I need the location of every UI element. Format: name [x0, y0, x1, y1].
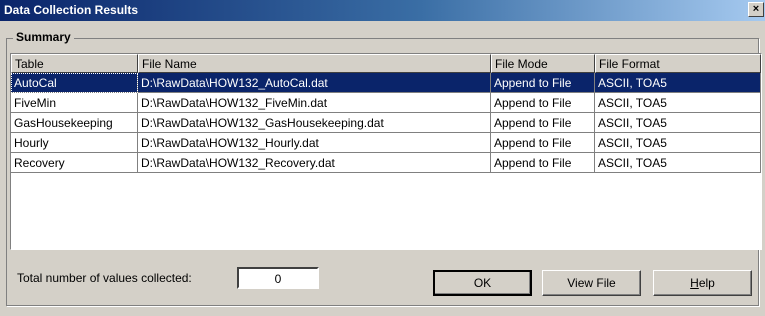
- table-cell: Hourly: [11, 133, 138, 153]
- help-button[interactable]: Help: [653, 270, 752, 296]
- column-header-file-mode[interactable]: File Mode: [491, 54, 595, 73]
- help-button-label: Help: [690, 276, 715, 290]
- table-cell: ASCII, TOA5: [595, 93, 761, 113]
- table-row[interactable]: FiveMin D:\RawData\HOW132_FiveMin.dat Ap…: [11, 93, 761, 113]
- table-row[interactable]: Hourly D:\RawData\HOW132_Hourly.dat Appe…: [11, 133, 761, 153]
- summary-label: Summary: [13, 30, 74, 44]
- table-cell: ASCII, TOA5: [595, 113, 761, 133]
- table-cell: GasHousekeeping: [11, 113, 138, 133]
- table-cell: Append to File: [491, 73, 595, 93]
- table-cell: Append to File: [491, 113, 595, 133]
- table-cell: ASCII, TOA5: [595, 73, 761, 93]
- table-cell: FiveMin: [11, 93, 138, 113]
- total-values-field: 0: [237, 267, 319, 289]
- table-cell: D:\RawData\HOW132_AutoCal.dat: [138, 73, 491, 93]
- view-file-button[interactable]: View File: [542, 270, 641, 296]
- table-cell: Append to File: [491, 93, 595, 113]
- column-header-file-format[interactable]: File Format: [595, 54, 761, 73]
- table-cell: ASCII, TOA5: [595, 133, 761, 153]
- table-cell: D:\RawData\HOW132_Hourly.dat: [138, 133, 491, 153]
- table-cell: D:\RawData\HOW132_Recovery.dat: [138, 153, 491, 173]
- results-table[interactable]: Table File Name File Mode File Format Au…: [10, 53, 762, 250]
- table-cell: D:\RawData\HOW132_GasHousekeeping.dat: [138, 113, 491, 133]
- close-icon: ×: [752, 3, 760, 15]
- window-title: Data Collection Results: [4, 3, 139, 17]
- table-cell: ASCII, TOA5: [595, 153, 761, 173]
- table-cell: Recovery: [11, 153, 138, 173]
- table-cell: D:\RawData\HOW132_FiveMin.dat: [138, 93, 491, 113]
- table-cell: Append to File: [491, 133, 595, 153]
- table-row[interactable]: AutoCal D:\RawData\HOW132_AutoCal.dat Ap…: [11, 73, 761, 93]
- column-header-file-name[interactable]: File Name: [138, 54, 491, 73]
- table-cell: Append to File: [491, 153, 595, 173]
- table-row[interactable]: Recovery D:\RawData\HOW132_Recovery.dat …: [11, 153, 761, 173]
- title-bar: Data Collection Results ×: [0, 0, 765, 21]
- table-cell: AutoCal: [11, 73, 138, 93]
- close-button[interactable]: ×: [748, 2, 764, 17]
- table-row[interactable]: GasHousekeeping D:\RawData\HOW132_GasHou…: [11, 113, 761, 133]
- ok-button[interactable]: OK: [433, 270, 532, 296]
- total-values-label: Total number of values collected:: [17, 271, 192, 285]
- column-header-table[interactable]: Table: [11, 54, 138, 73]
- table-header: Table File Name File Mode File Format: [11, 54, 761, 73]
